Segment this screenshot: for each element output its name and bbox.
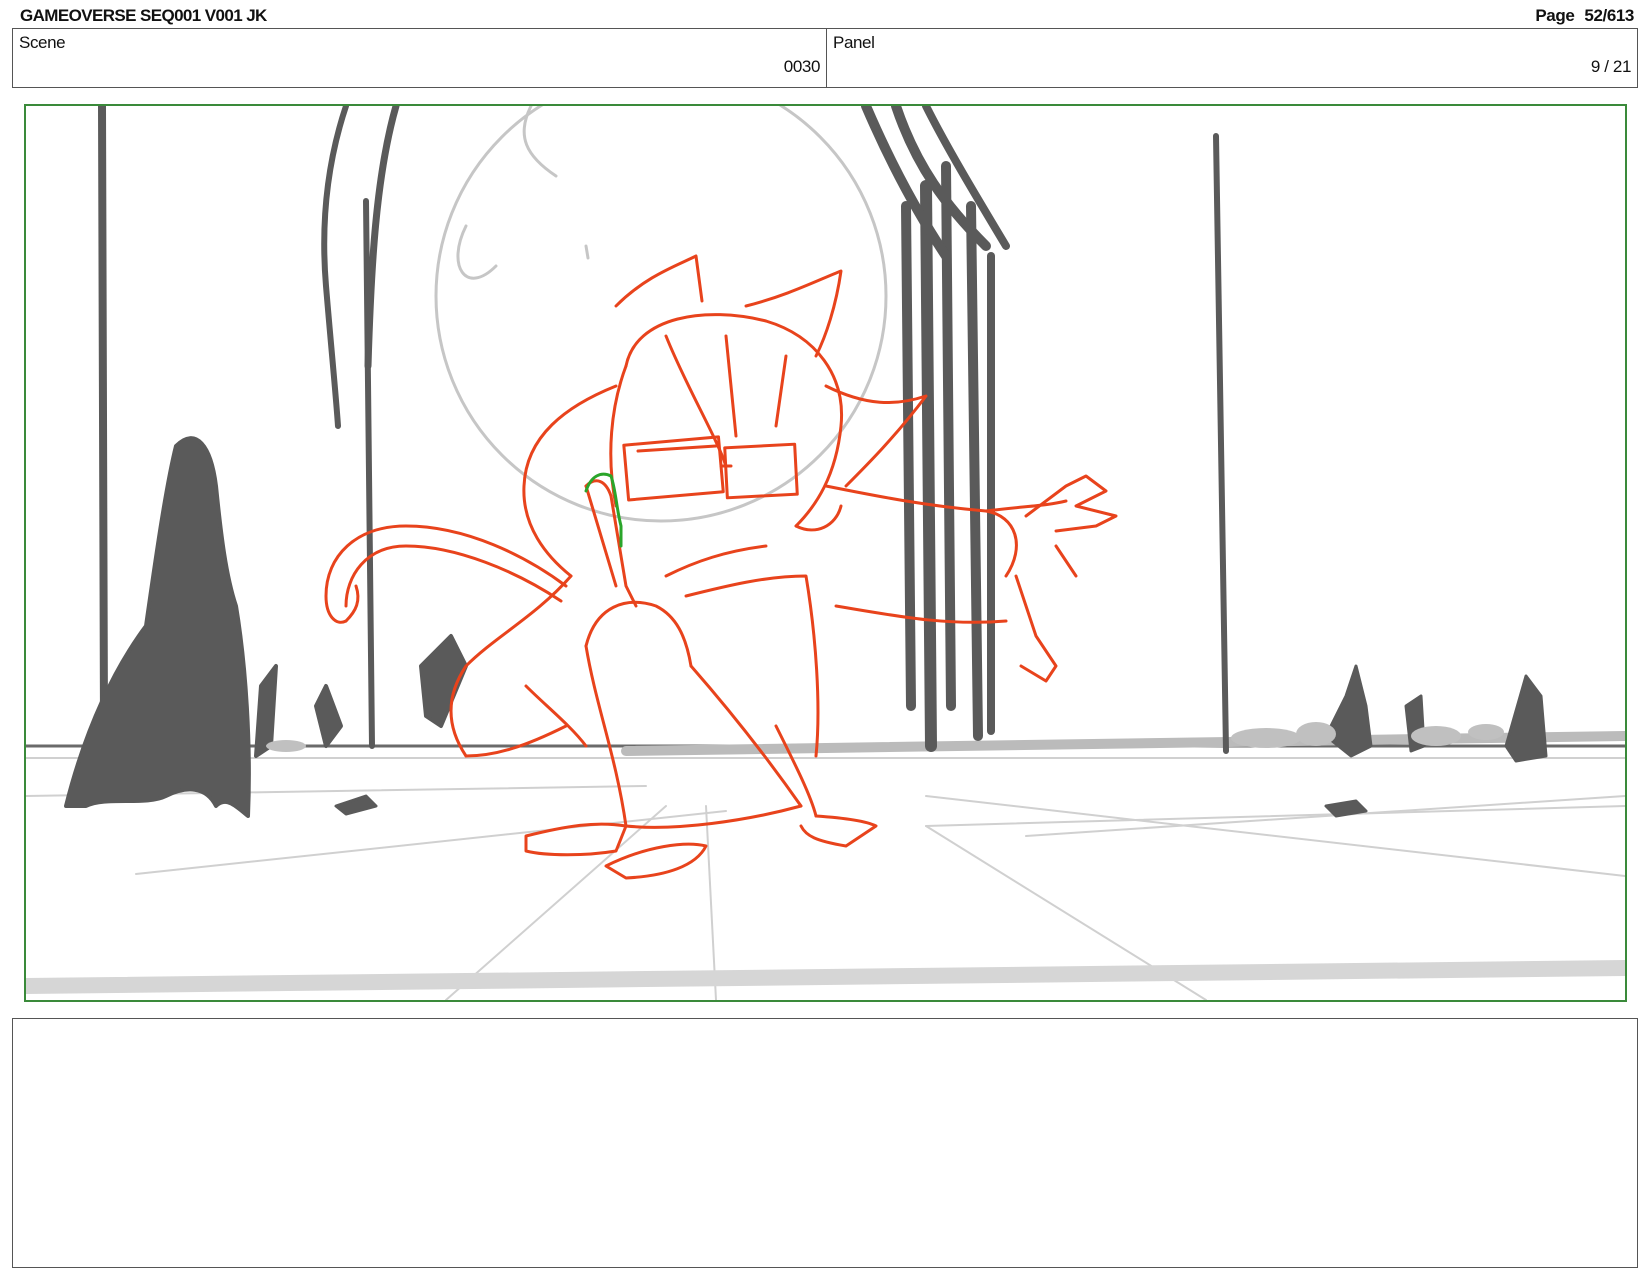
page-label: Page xyxy=(1535,6,1575,25)
panel-label: Panel xyxy=(833,33,875,52)
scene-value: 0030 xyxy=(783,57,821,76)
document-title: GAMEOVERSE SEQ001 V001 JK xyxy=(20,6,267,25)
dark-rock-right xyxy=(334,664,1548,818)
dark-rock-left xyxy=(64,436,468,818)
scene-label: Scene xyxy=(19,33,66,52)
tree-strokes xyxy=(98,106,1229,754)
page-number: 52/613 xyxy=(1584,6,1634,25)
scene-panel-info: Scene 0030 Panel 9 / 21 xyxy=(12,28,1638,88)
panel-cell: Panel 9 / 21 xyxy=(827,29,1637,87)
scene-cell: Scene 0030 xyxy=(13,29,827,87)
storyboard-frame xyxy=(24,104,1627,1002)
page-counter: Page 52/613 xyxy=(1535,6,1634,26)
moon xyxy=(434,106,888,523)
notes-box xyxy=(12,1018,1638,1268)
storyboard-sketch xyxy=(26,106,1625,1000)
background-layer xyxy=(26,106,1625,1000)
character-sketch xyxy=(324,254,1118,880)
panel-value: 9 / 21 xyxy=(1590,57,1632,76)
